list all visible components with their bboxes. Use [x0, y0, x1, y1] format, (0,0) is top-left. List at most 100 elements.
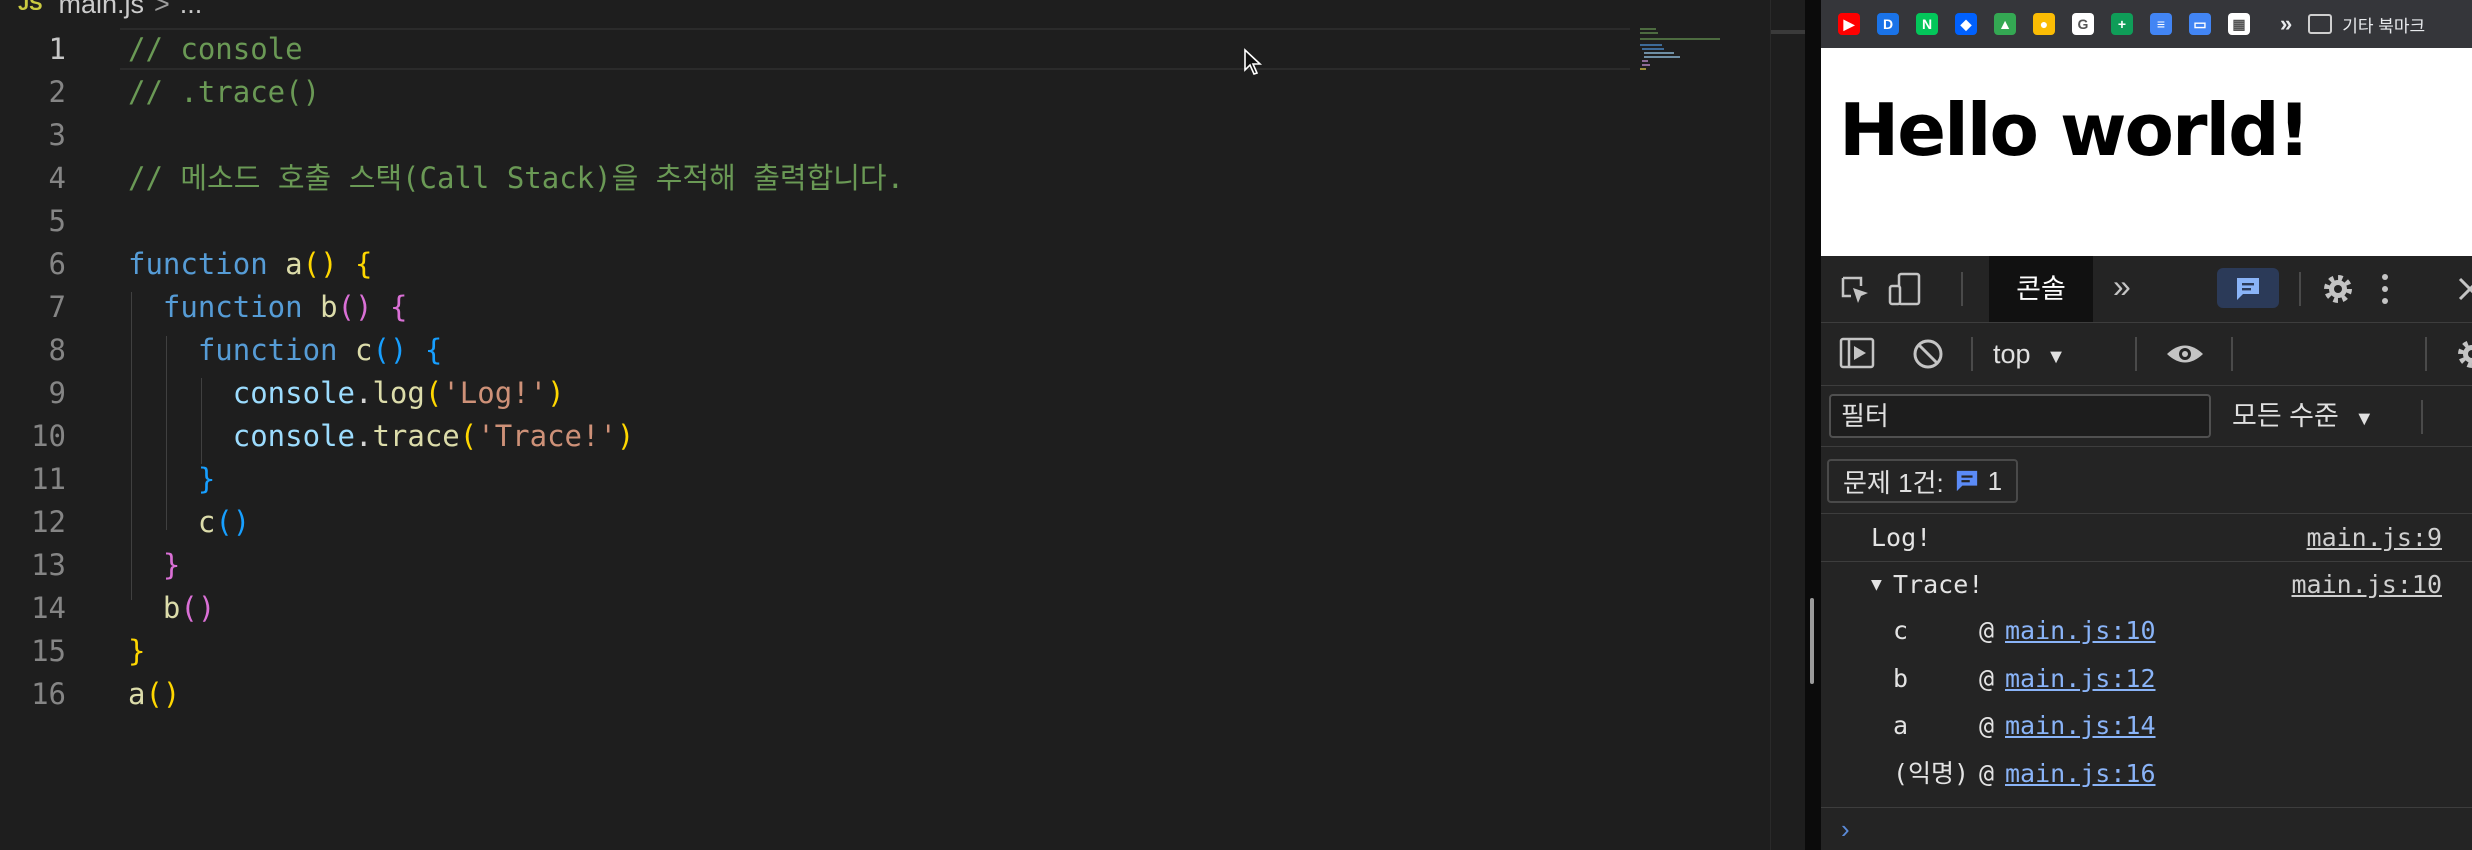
filter-input[interactable]	[1829, 394, 2211, 438]
code-line[interactable]: 9 console.log('Log!')	[0, 372, 1640, 414]
code-text: b()	[128, 587, 215, 629]
code-line[interactable]: 14 b()	[0, 587, 1640, 629]
resize-handle[interactable]	[1810, 598, 1814, 684]
split-divider[interactable]	[1805, 0, 1821, 850]
bookmark-list: ▶ D N ◆ ▲ ● G + ≡ ▭ ▦	[1821, 13, 2250, 35]
stack-frame: a @ main.js:14	[1821, 703, 2472, 749]
code-line[interactable]: 12 c()	[0, 501, 1640, 543]
toolbar-divider	[2299, 272, 2301, 306]
code-token: 'Trace!'	[477, 419, 617, 453]
log-source-link[interactable]: main.js:9	[2307, 515, 2442, 561]
sheets-bookmark-icon[interactable]: +	[2111, 13, 2133, 35]
context-selector[interactable]: top ▼	[1993, 333, 2066, 378]
clear-console-icon[interactable]	[1911, 337, 1945, 371]
code-token: // .trace()	[128, 75, 321, 109]
code-token: ()	[337, 290, 373, 324]
code-token: console	[232, 419, 355, 453]
code-token: }	[162, 548, 181, 582]
other-bookmarks[interactable]: 기타 북마크	[2342, 12, 2425, 37]
google-bookmark-icon[interactable]: G	[2072, 13, 2094, 35]
messages-badge[interactable]	[2217, 268, 2279, 308]
code-line[interactable]: 2 // .trace()	[0, 71, 1640, 113]
toolbar-divider	[2421, 400, 2423, 434]
trace-source-link[interactable]: main.js:10	[2291, 562, 2442, 608]
line-number: 12	[31, 505, 66, 539]
settings-gear-icon[interactable]	[2321, 272, 2355, 306]
code-line[interactable]: 3	[0, 114, 1640, 156]
code-text: // .trace()	[128, 71, 320, 113]
console-prompt[interactable]: ›	[1821, 807, 2472, 850]
code-line[interactable]: 4 // 메소드 호출 스택(Call Stack)을 추적해 출력합니다.	[0, 157, 1640, 199]
d-bookmark-icon[interactable]: D	[1877, 13, 1899, 35]
close-devtools-icon[interactable]	[2457, 276, 2472, 302]
code-token: .	[354, 419, 373, 453]
frame-source-link[interactable]: main.js:10	[2005, 608, 2156, 654]
live-expression-eye-icon[interactable]	[2165, 341, 2205, 367]
breadcrumb-file[interactable]: main.js	[58, 0, 144, 20]
code-text: console.trace('Trace!')	[128, 415, 635, 457]
toolbar-divider	[2135, 337, 2137, 371]
line-number: 13	[31, 548, 66, 582]
drive-bookmark-icon[interactable]: ▲	[1994, 13, 2016, 35]
code-text: function b() {	[128, 286, 407, 328]
line-number: 15	[31, 634, 66, 668]
frame-function: c	[1893, 616, 1909, 645]
code-token: function	[128, 247, 268, 281]
toolbar-divider	[2231, 337, 2233, 371]
code-line[interactable]: 16 a()	[0, 673, 1640, 715]
issues-count-badge: 1	[1954, 466, 2002, 497]
more-tabs-icon[interactable]: »	[2113, 268, 2131, 305]
console-settings-gear-icon[interactable]	[2455, 337, 2472, 371]
inspect-element-icon[interactable]	[1839, 274, 1871, 306]
docs-bookmark-icon[interactable]: ≡	[2150, 13, 2172, 35]
scrollbar-position-marker	[1771, 30, 1805, 34]
code-line[interactable]: 15}	[0, 630, 1640, 672]
log-levels-dropdown[interactable]: 모든 수준 ▼	[2232, 394, 2374, 441]
code-line[interactable]: 6 function a() {	[0, 243, 1640, 285]
calendar-bookmark-icon[interactable]: ▦	[2228, 13, 2250, 35]
code-line[interactable]: 11 }	[0, 458, 1640, 500]
device-toolbar-icon[interactable]	[1887, 272, 1923, 306]
tab-console[interactable]: 콘솔	[1989, 256, 2093, 322]
code-token: .	[354, 376, 373, 410]
bookmarks-bar: ▶ D N ◆ ▲ ● G + ≡ ▭ ▦ » 기타 북마크	[1821, 0, 2472, 48]
bookmarks-overflow-icon[interactable]: »	[2280, 11, 2292, 37]
dropbox-bookmark-icon[interactable]: ◆	[1955, 13, 1977, 35]
frame-source-link[interactable]: main.js:16	[2005, 751, 2156, 797]
devtools-tab-bar: 콘솔 »	[1821, 256, 2472, 323]
minimap[interactable]	[1640, 26, 1720, 86]
message-icon	[1956, 470, 1977, 492]
frame-source-link[interactable]: main.js:12	[2005, 656, 2156, 702]
code-line[interactable]: 5	[0, 200, 1640, 242]
code-text: // console	[128, 28, 303, 70]
youtube-bookmark-icon[interactable]: ▶	[1838, 13, 1860, 35]
code-line[interactable]: 13 }	[0, 544, 1640, 586]
code-line[interactable]: 7 function b() {	[0, 286, 1640, 328]
code-token: )	[547, 376, 565, 410]
n-bookmark-icon[interactable]: N	[1916, 13, 1938, 35]
code-token: ()	[215, 505, 251, 539]
code-line[interactable]: 1 // console	[0, 28, 1640, 70]
frame-function: (익명)	[1893, 758, 1970, 788]
code-token: (	[424, 376, 443, 410]
breadcrumb-symbol[interactable]: ...	[180, 0, 203, 20]
console-message-trace[interactable]: ▼ Trace! main.js:10	[1821, 562, 2472, 608]
code-line[interactable]: 10 console.trace('Trace!')	[0, 415, 1640, 457]
slides-bookmark-icon[interactable]: ▭	[2189, 13, 2211, 35]
issues-label: 문제 1건:	[1843, 467, 1944, 498]
editor-scrollbar[interactable]	[1770, 0, 1805, 850]
kebab-menu-icon[interactable]	[2379, 272, 2391, 306]
keep-bookmark-icon[interactable]: ●	[2033, 13, 2055, 35]
trace-text: Trace!	[1893, 570, 1984, 599]
code-editor[interactable]: JS main.js > ... 1 // console 2 // .trace()…	[0, 0, 1805, 850]
sidebar-toggle-icon[interactable]	[1839, 337, 1875, 369]
code-line[interactable]: 8 function c() {	[0, 329, 1640, 371]
stack-frame: (익명) @ main.js:16	[1821, 751, 2472, 797]
issues-button[interactable]: 문제 1건: 1	[1827, 459, 2019, 503]
expand-triangle-icon[interactable]: ▼	[1871, 562, 1882, 608]
frame-source-link[interactable]: main.js:14	[2005, 703, 2156, 749]
